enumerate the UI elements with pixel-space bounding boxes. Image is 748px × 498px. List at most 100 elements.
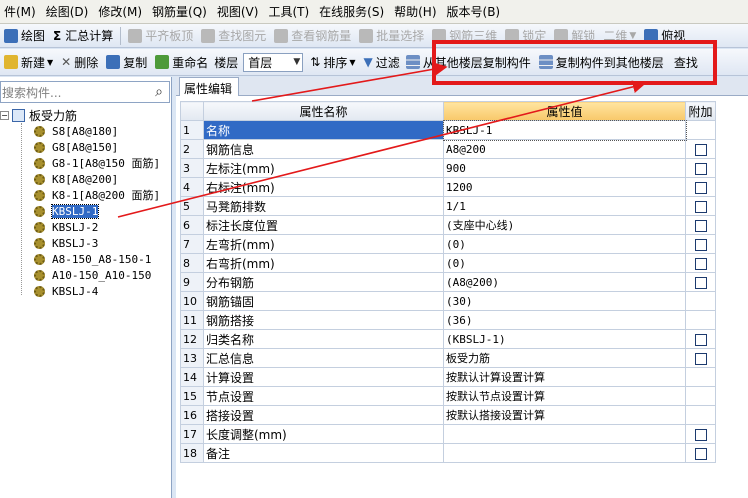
property-row[interactable]: 2 钢筋信息 A8@200	[180, 139, 716, 159]
copy-button[interactable]: 复制	[102, 51, 151, 73]
sum-calc-button[interactable]: Σ 汇总计算	[49, 25, 117, 47]
batch-select-button[interactable]: 批量选择	[355, 25, 428, 47]
property-row[interactable]: 8 右弯折(mm) (0)	[180, 253, 716, 273]
flat-board-button[interactable]: 平齐板顶	[124, 25, 197, 47]
filter-button[interactable]: ▼ 过滤	[360, 51, 404, 73]
property-row[interactable]: 17 长度调整(mm)	[180, 424, 716, 444]
property-value[interactable]: 1200	[443, 177, 686, 197]
property-row[interactable]: 4 右标注(mm) 1200	[180, 177, 716, 197]
property-row[interactable]: 14 计算设置 按默认计算设置计算	[180, 367, 716, 387]
tree-item[interactable]: KBSLJ-2	[0, 219, 170, 235]
attach-checkbox[interactable]	[694, 447, 707, 460]
property-row[interactable]: 5 马凳筋排数 1/1	[180, 196, 716, 216]
menu-item[interactable]: 视图(V)	[213, 3, 265, 20]
tab-property-edit[interactable]: 属性编辑	[179, 77, 240, 96]
menu-item[interactable]: 版本号(B)	[443, 3, 507, 20]
gear-icon	[34, 237, 45, 249]
property-row[interactable]: 7 左弯折(mm) (0)	[180, 234, 716, 254]
attach-checkbox[interactable]	[694, 181, 707, 194]
property-value[interactable]	[443, 424, 686, 444]
delete-button[interactable]: ✕ 删除	[57, 51, 102, 73]
property-value[interactable]: KBSLJ-1	[442, 119, 687, 141]
tree-item[interactable]: K8[A8@200]	[0, 171, 170, 187]
menu-item[interactable]: 绘图(D)	[42, 3, 95, 20]
property-row[interactable]: 6 标注长度位置 (支座中心线)	[180, 215, 716, 235]
property-value[interactable]: A8@200	[443, 139, 686, 159]
menu-item[interactable]: 在线服务(S)	[315, 3, 390, 20]
attach-checkbox[interactable]	[694, 143, 707, 156]
tree-item[interactable]: KBSLJ-1	[0, 203, 170, 219]
floor-label: 楼层	[214, 55, 239, 70]
find-element-button[interactable]: 查找图元	[197, 25, 270, 47]
menu-item[interactable]: 钢筋量(Q)	[148, 3, 213, 20]
property-row[interactable]: 3 左标注(mm) 900	[180, 158, 716, 178]
attach-checkbox[interactable]	[694, 219, 707, 232]
property-value[interactable]: 900	[443, 158, 686, 178]
menu-item[interactable]: 修改(M)	[94, 3, 148, 20]
property-value[interactable]: 1/1	[443, 196, 686, 216]
tree-item[interactable]: A8-150_A8-150-1	[0, 251, 170, 267]
attach-cell	[685, 253, 716, 273]
property-value[interactable]: 板受力筋	[443, 348, 686, 368]
menu-item[interactable]: 件(M)	[0, 3, 42, 20]
property-value[interactable]: 按默认搭接设置计算	[443, 405, 686, 425]
tree-item-label: KBSLJ-2	[52, 220, 99, 234]
tree-item[interactable]: G8[A8@150]	[0, 139, 170, 155]
attach-checkbox[interactable]	[694, 162, 707, 175]
search-icon[interactable]: ⌕	[149, 84, 169, 100]
tree-root[interactable]: − 板受力筋	[0, 107, 170, 123]
menu-item[interactable]: 工具(T)	[264, 3, 315, 20]
gear-icon	[34, 253, 45, 265]
attach-checkbox[interactable]	[694, 257, 707, 270]
property-value[interactable]: (支座中心线)	[443, 215, 686, 235]
tree-item[interactable]: KBSLJ-3	[0, 235, 170, 251]
attach-checkbox[interactable]	[694, 238, 707, 251]
sort-button[interactable]: ⇅ 排序 ▼	[306, 51, 359, 73]
search-input[interactable]: 搜索构件... ⌕	[0, 81, 170, 103]
toolbar-divider	[120, 26, 122, 45]
rename-button[interactable]: 重命名	[151, 51, 212, 73]
property-row[interactable]: 12 归类名称 (KBSLJ-1)	[180, 329, 716, 349]
property-name: 右弯折(mm)	[203, 253, 444, 273]
property-value[interactable]: (A8@200)	[443, 272, 686, 292]
attach-checkbox[interactable]	[694, 333, 707, 346]
property-value[interactable]: (0)	[443, 234, 686, 254]
attach-checkbox[interactable]	[694, 200, 707, 213]
attach-checkbox[interactable]	[694, 428, 707, 441]
attach-cell	[685, 329, 716, 349]
tree-item[interactable]: KBSLJ-4	[0, 283, 170, 299]
property-value[interactable]: 按默认计算设置计算	[443, 367, 686, 387]
property-value[interactable]: (36)	[443, 310, 686, 330]
property-row[interactable]: 11 钢筋搭接 (36)	[180, 310, 716, 330]
attach-checkbox[interactable]	[694, 276, 707, 289]
attach-cell	[685, 443, 716, 463]
property-row[interactable]: 9 分布钢筋 (A8@200)	[180, 272, 716, 292]
attach-cell	[685, 177, 716, 197]
property-value[interactable]: 按默认节点设置计算	[443, 386, 686, 406]
property-row[interactable]: 15 节点设置 按默认节点设置计算	[180, 386, 716, 406]
property-row[interactable]: 16 搭接设置 按默认搭接设置计算	[180, 405, 716, 425]
property-row[interactable]: 10 钢筋锚固 (30)	[180, 291, 716, 311]
property-value[interactable]: (30)	[443, 291, 686, 311]
tree-item[interactable]: S8[A8@180]	[0, 123, 170, 139]
new-icon	[4, 55, 18, 69]
property-row[interactable]: 13 汇总信息 板受力筋	[180, 348, 716, 368]
property-value[interactable]: (0)	[443, 253, 686, 273]
property-row[interactable]: 1 名称 KBSLJ-1	[180, 119, 716, 141]
property-row[interactable]: 18 备注	[180, 443, 716, 463]
view-rebar-button[interactable]: 查看钢筋量	[270, 25, 355, 47]
property-value[interactable]	[443, 443, 686, 463]
new-button[interactable]: 新建 ▼	[0, 51, 57, 73]
draw-button[interactable]: 绘图	[0, 25, 49, 47]
collapse-icon[interactable]: −	[0, 110, 9, 120]
view-rebar-icon	[274, 28, 289, 43]
property-name: 钢筋信息	[203, 139, 444, 159]
attach-checkbox[interactable]	[694, 352, 707, 365]
tree-item[interactable]: G8-1[A8@150 面筋]	[0, 155, 170, 171]
tree-item[interactable]: K8-1[A8@200 面筋]	[0, 187, 170, 203]
floor-select[interactable]: 首层 ▼	[243, 52, 304, 72]
annotation-highlight-box	[432, 40, 717, 85]
property-value[interactable]: (KBSLJ-1)	[443, 329, 686, 349]
menu-item[interactable]: 帮助(H)	[390, 3, 442, 20]
tree-item[interactable]: A10-150_A10-150	[0, 267, 170, 283]
